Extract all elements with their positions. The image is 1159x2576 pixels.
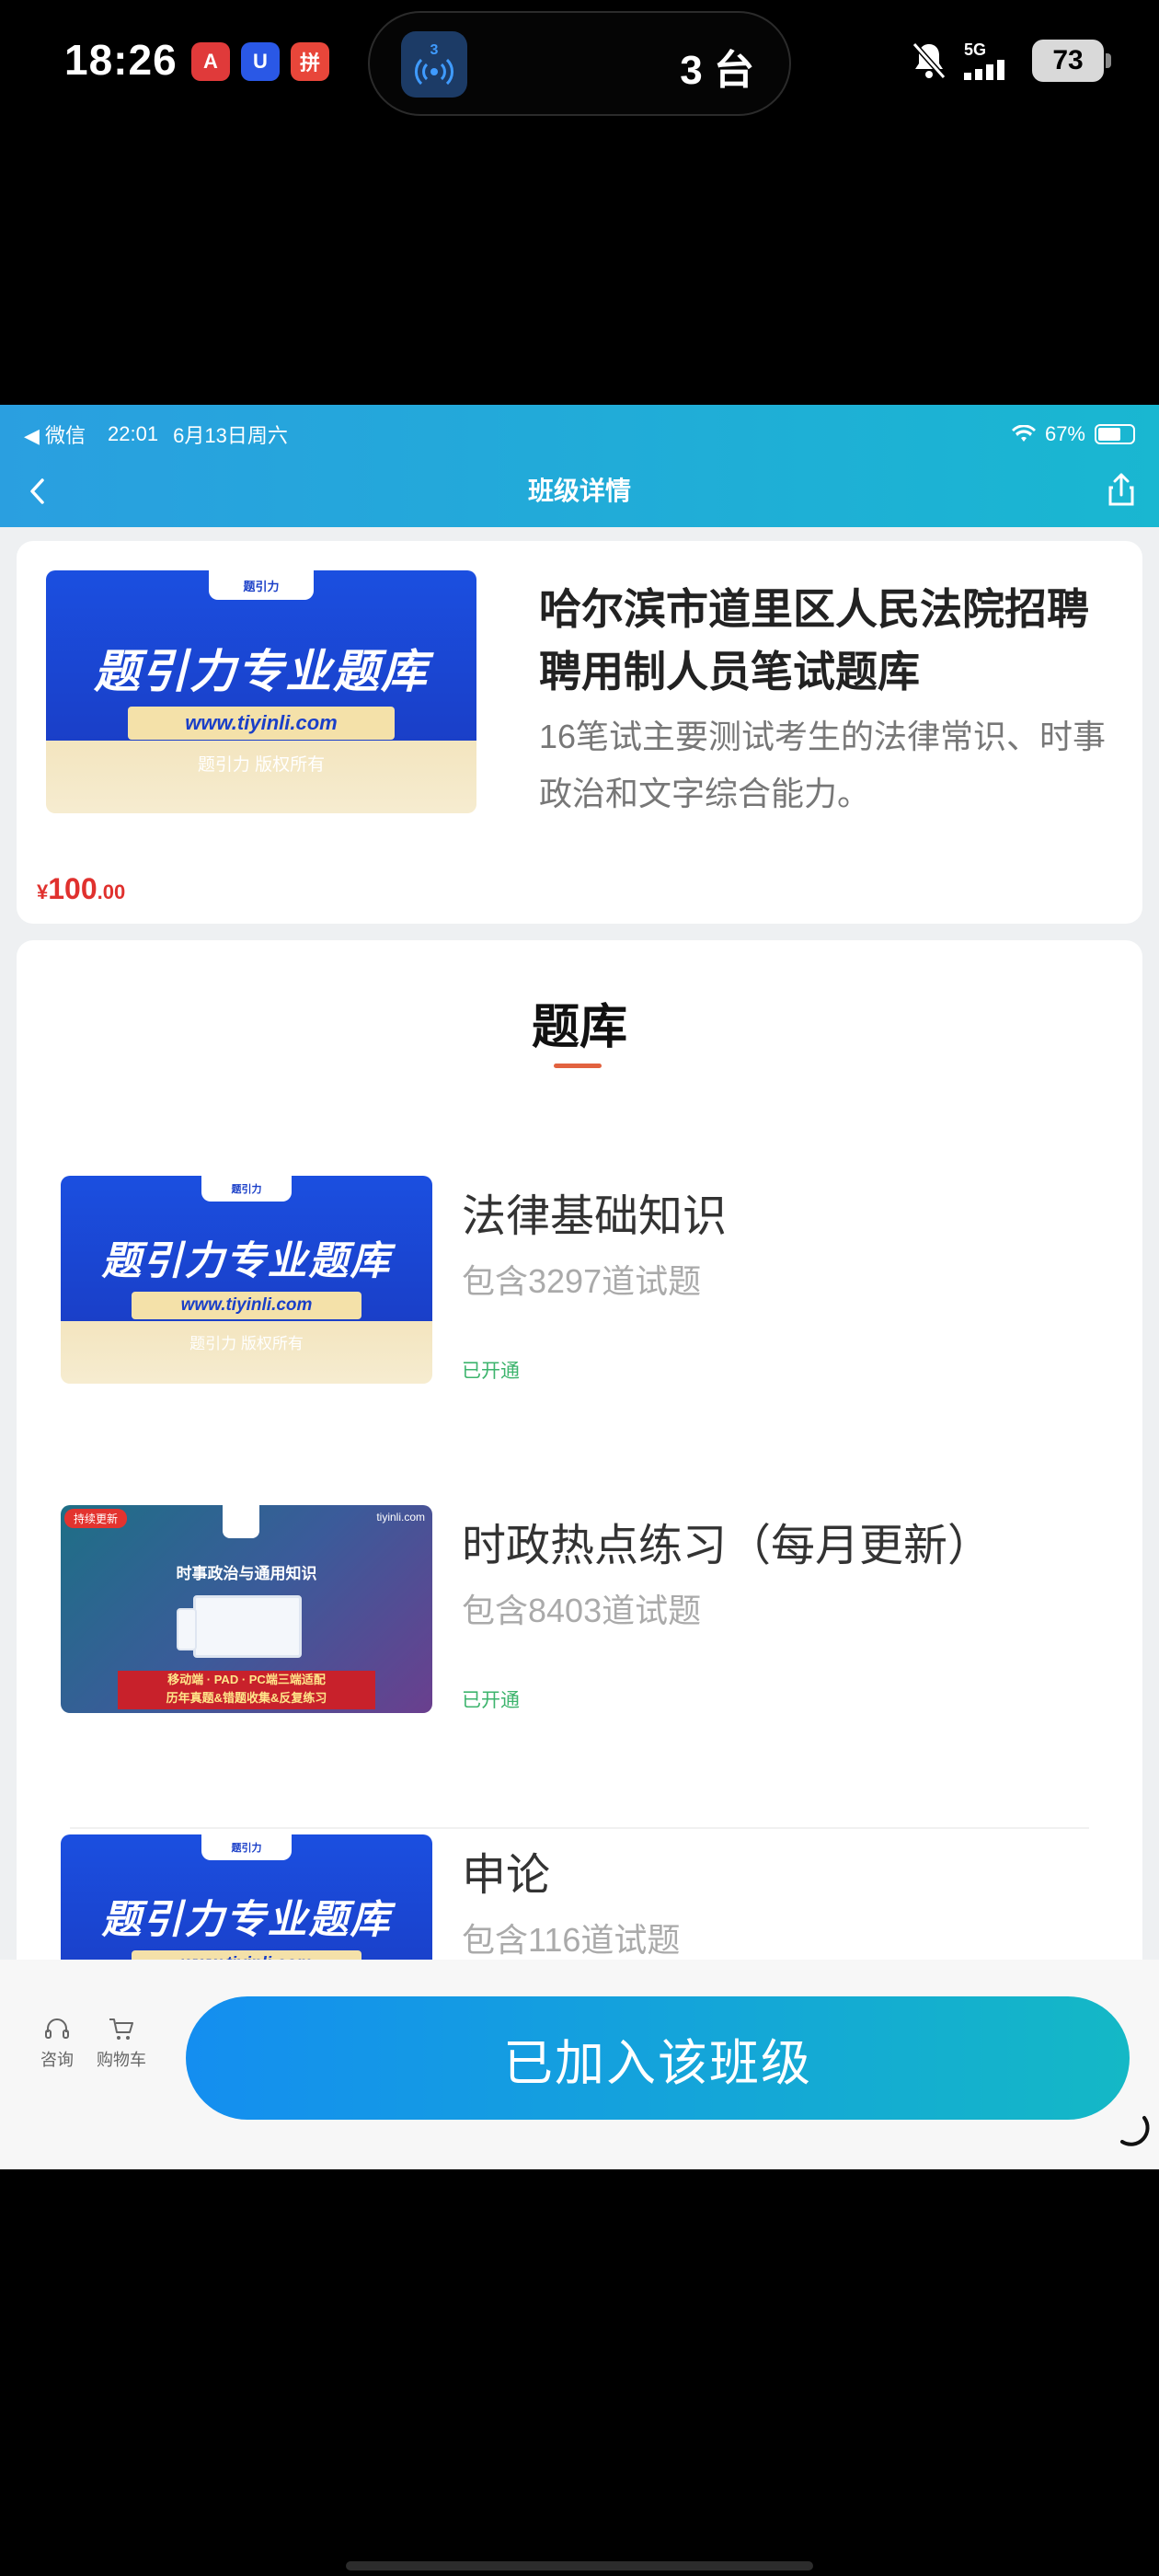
course-price: ¥100.00 — [37, 872, 126, 905]
course-title: 哈尔滨市道里区人民法院招聘聘用制人员笔试题库 — [539, 585, 1089, 696]
cover-title: 时事政治与通用知识 — [176, 1565, 317, 1582]
cell-signal-icon: 5G — [964, 41, 1016, 80]
home-indicator[interactable] — [346, 2561, 813, 2570]
cart-icon — [109, 2018, 133, 2040]
bank-item-title: 法律基础知识 — [462, 1192, 728, 1241]
island-label: 3 台 — [680, 48, 754, 93]
app-notification-icon: A — [191, 42, 230, 81]
bank-item-status: 已开通 — [462, 1361, 520, 1382]
course-cover-image: 题引力 题引力专业题库 www.tiyinli.com 题引力 版权所有 — [46, 570, 476, 813]
phone-status-right: 5G 73 — [911, 35, 1111, 86]
laptop-illustration — [193, 1595, 302, 1658]
app-notification-icon: 拼 — [291, 42, 329, 81]
cover-title: 题引力专业题库 — [101, 1239, 392, 1283]
share-icon[interactable] — [1106, 471, 1137, 508]
cover-subtitle: 题引力 版权所有 — [197, 755, 326, 775]
bank-item-cover: 题引力 题引力专业题库 www.tiyinli.com 题引力 版权所有 — [61, 1176, 432, 1384]
cover-url: www.tiyinli.com — [128, 707, 395, 740]
bank-item-cover: 持续更新 tiyinli.com 时事政治与通用知识 移动端 · PAD · P… — [61, 1505, 432, 1713]
course-description: 16笔试主要测试考生的法律常识、时事政治和文字综合能力。 — [539, 718, 1107, 812]
cover-title: 题引力专业题库 — [101, 1898, 392, 1942]
cover-logo — [223, 1505, 259, 1538]
phone-clock: 18:26 — [64, 36, 178, 84]
cart-button[interactable]: 购物车 — [96, 2017, 147, 2071]
headset-icon — [45, 2018, 69, 2039]
loading-spinner-icon — [1120, 2116, 1150, 2146]
bottom-action-bar: 咨询 购物车 已加入该班级 — [0, 1960, 1159, 2169]
bank-item[interactable]: 持续更新 tiyinli.com 时事政治与通用知识 移动端 · PAD · P… — [17, 1481, 1142, 1757]
wifi-icon — [1011, 425, 1036, 442]
bank-item-count: 包含116道试题 — [462, 1921, 681, 1959]
cover-title: 题引力专业题库 — [94, 646, 429, 697]
ios-status-bar: ◀ 微信 22:01 6月13日周六 67% — [24, 416, 1135, 453]
bank-item[interactable]: 题引力 题引力专业题库 www.tiyinli.com 题引力 版权所有 法律基… — [17, 1152, 1142, 1428]
bell-muted-icon — [912, 42, 947, 79]
ios-battery-icon — [1095, 424, 1135, 444]
consult-label: 咨询 — [40, 2051, 74, 2069]
cover-badge: 题引力 — [209, 570, 314, 600]
bank-item-count: 包含3297道试题 — [462, 1262, 702, 1300]
cover-badge: 题引力 — [201, 1176, 292, 1202]
app-notification-icon: U — [241, 42, 280, 81]
course-card: 题引力 题引力专业题库 www.tiyinli.com 题引力 版权所有 哈尔滨… — [17, 541, 1142, 924]
cover-brand: tiyinli.com — [376, 1511, 425, 1524]
back-to-wechat[interactable]: ◀ 微信 — [24, 420, 86, 449]
cover-badge: 题引力 — [201, 1834, 292, 1860]
question-bank-card: 题库 题引力 题引力专业题库 www.tiyinli.com 题引力 版权所有 … — [17, 940, 1142, 2158]
broadcast-icon: 3 — [401, 31, 467, 98]
bank-item-status: 已开通 — [462, 1690, 520, 1711]
page-title: 班级详情 — [527, 477, 631, 505]
cart-label: 购物车 — [97, 2051, 146, 2069]
bank-item-title: 申论 — [462, 1851, 551, 1900]
cover-subtitle: 题引力 版权所有 — [189, 1335, 304, 1352]
app-window: ◀ 微信 22:01 6月13日周六 67% 班级详情 题引力 题引力专业题库 … — [0, 405, 1159, 2169]
section-underline — [554, 1064, 602, 1068]
section-title: 题库 — [531, 1001, 627, 1054]
consult-button[interactable]: 咨询 — [35, 2017, 79, 2071]
ios-battery-text: 67% — [1044, 422, 1085, 445]
join-class-button[interactable]: 已加入该班级 — [186, 1996, 1130, 2120]
battery-icon: 73 — [1032, 40, 1111, 82]
cover-tag: 持续更新 — [64, 1509, 128, 1528]
app-header: ◀ 微信 22:01 6月13日周六 67% 班级详情 — [0, 405, 1159, 527]
cover-url: www.tiyinli.com — [132, 1292, 361, 1319]
phone-illustration — [177, 1608, 197, 1650]
bank-item-title: 时政热点练习（每月更新） — [462, 1522, 993, 1570]
dynamic-island[interactable]: 3 3 台 — [368, 11, 791, 116]
bank-item-count: 包含8403道试题 — [462, 1592, 702, 1629]
phone-status-bar: 18:26 A U 拼 3 3 台 5G 73 — [0, 0, 1159, 129]
cover-banner: 移动端 · PAD · PC端三端适配 历年真题&错题收集&反复练习 — [118, 1671, 375, 1709]
ios-date: 6月13日周六 — [173, 424, 288, 447]
ios-time: 22:01 — [108, 422, 159, 445]
